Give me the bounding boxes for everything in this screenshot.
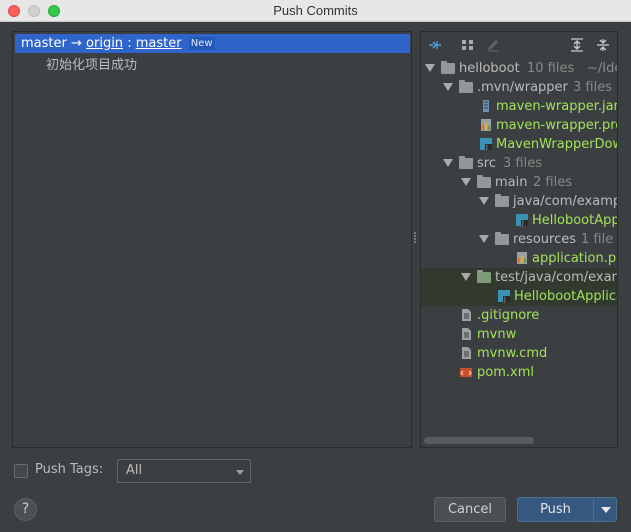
folder-icon [459, 80, 473, 93]
tags-dropdown-value: All [126, 463, 143, 478]
push-options-dropdown-button[interactable] [593, 497, 617, 522]
tree-file-label: pom.xml [477, 365, 534, 380]
java-class-icon: J [498, 290, 510, 303]
window-title: Push Commits [273, 3, 358, 18]
tree-file-mvnw[interactable]: mvnw [421, 325, 617, 344]
tree-node-count: 3 files [573, 80, 612, 95]
folder-icon [477, 175, 491, 188]
separator: : [127, 36, 132, 51]
tree-file-maven-wrapper-jar[interactable]: maven-wrapper.jar [421, 97, 618, 116]
cancel-button[interactable]: Cancel [434, 497, 506, 522]
module-folder-icon [441, 61, 455, 74]
branch-push-row[interactable]: master → origin : master New [15, 34, 410, 53]
tree-node-count: 10 files [527, 61, 575, 76]
show-diff-icon[interactable] [427, 37, 443, 53]
remote-branch-link[interactable]: master [136, 36, 182, 51]
tree-file-maven-wrapper-properties[interactable]: maven-wrapper.pro [421, 116, 618, 135]
tree-file-application-properties[interactable]: application.pr [421, 249, 618, 268]
text-file-icon [462, 328, 471, 340]
tree-node-src[interactable]: src 3 files [421, 154, 617, 173]
group-by-icon[interactable] [460, 37, 476, 53]
tree-file-maven-wrapper-downloader[interactable]: J MavenWrapperDown [421, 135, 618, 154]
text-file-icon [462, 309, 471, 321]
chevron-down-icon [601, 507, 611, 513]
tree-node-label: main [495, 175, 528, 190]
tree-file-label: HellobootApp [532, 213, 618, 228]
java-class-icon: J [516, 214, 528, 227]
commit-item[interactable]: 初始化项目成功 [46, 54, 137, 73]
title-bar: Push Commits [0, 0, 631, 22]
tree-file-label: .gitignore [477, 308, 540, 323]
tree-file-label: HellobootApplica [514, 289, 618, 304]
expand-arrow-icon[interactable] [425, 64, 435, 72]
chevron-down-icon [236, 470, 244, 475]
expand-arrow-icon[interactable] [479, 235, 489, 243]
tree-node-mvn-wrapper[interactable]: .mvn/wrapper 3 files [421, 78, 617, 97]
panel-splitter[interactable] [414, 232, 417, 246]
tree-node-label: helloboot [459, 61, 520, 76]
tree-file-helloboot-application-tests[interactable]: J HellobootApplica [421, 287, 618, 306]
jar-file-icon [483, 100, 489, 112]
tree-node-count: 1 file [581, 232, 614, 247]
tree-file-label: mvnw [477, 327, 517, 342]
expand-arrow-icon[interactable] [479, 197, 489, 205]
tree-node-label: resources [513, 232, 577, 247]
tree-node-resources[interactable]: resources 1 file [421, 230, 617, 249]
tree-file-label: maven-wrapper.pro [496, 118, 618, 133]
tags-dropdown[interactable]: All [117, 459, 251, 483]
collapse-all-icon[interactable] [595, 37, 611, 53]
push-tags-label: Push Tags: [35, 462, 104, 477]
expand-arrow-icon[interactable] [461, 178, 471, 186]
tree-node-count: 2 files [533, 175, 572, 190]
tree-node-root[interactable]: helloboot 10 files ~/Idea [421, 59, 617, 78]
properties-file-icon [517, 252, 527, 264]
expand-all-icon[interactable] [569, 37, 585, 53]
push-arrow: → [70, 36, 82, 51]
tree-file-label: maven-wrapper.jar [496, 99, 618, 114]
xml-file-icon [460, 368, 472, 377]
edit-source-icon[interactable] [485, 37, 501, 53]
folder-icon [495, 194, 509, 207]
text-file-icon [462, 347, 471, 359]
tree-node-label: java/com/examp [513, 194, 618, 209]
commits-panel: master → origin : master New 初始化项目成功 [12, 31, 412, 448]
expand-arrow-icon[interactable] [461, 273, 471, 281]
expand-arrow-icon[interactable] [443, 83, 453, 91]
tree-node-java-package[interactable]: java/com/examp [421, 192, 618, 211]
svg-text:J: J [485, 144, 488, 151]
tree-file-pom[interactable]: pom.xml [421, 363, 617, 382]
java-class-icon: J [480, 138, 492, 151]
push-tags-checkbox[interactable] [14, 464, 28, 478]
tree-file-helloboot-application[interactable]: J HellobootApp [421, 211, 618, 230]
properties-file-icon [481, 119, 491, 131]
tree-file-gitignore[interactable]: .gitignore [421, 306, 617, 325]
expand-arrow-icon[interactable] [443, 159, 453, 167]
changed-files-panel: helloboot 10 files ~/Idea .mvn/wrapper 3… [420, 31, 618, 448]
folder-icon [459, 156, 473, 169]
tree-node-test-package[interactable]: test/java/com/exar [421, 268, 617, 287]
help-button[interactable]: ? [14, 498, 37, 521]
resources-folder-icon [495, 232, 509, 245]
tree-node-main[interactable]: main 2 files [421, 173, 617, 192]
tree-node-label: .mvn/wrapper [477, 80, 568, 95]
new-badge: New [188, 37, 215, 50]
remote-name-link[interactable]: origin [86, 36, 123, 51]
tree-node-label: test/java/com/exar [495, 270, 617, 285]
push-button[interactable]: Push [517, 497, 594, 522]
tree-file-mvnw-cmd[interactable]: mvnw.cmd [421, 344, 617, 363]
tree-node-count: 3 files [503, 156, 542, 171]
tree-file-label: mvnw.cmd [477, 346, 548, 361]
push-tags-row: Push Tags: All [14, 459, 314, 483]
tree-file-label: MavenWrapperDown [496, 137, 618, 152]
tree-file-label: application.pr [532, 251, 618, 266]
local-branch: master [21, 36, 67, 51]
horizontal-scrollbar[interactable] [424, 437, 534, 444]
svg-text:J: J [521, 220, 524, 227]
tree-node-path: ~/Idea [587, 61, 617, 76]
files-toolbar [421, 32, 617, 57]
test-folder-icon [477, 270, 491, 283]
svg-text:J: J [503, 296, 506, 303]
tree-node-label: src [477, 156, 496, 171]
